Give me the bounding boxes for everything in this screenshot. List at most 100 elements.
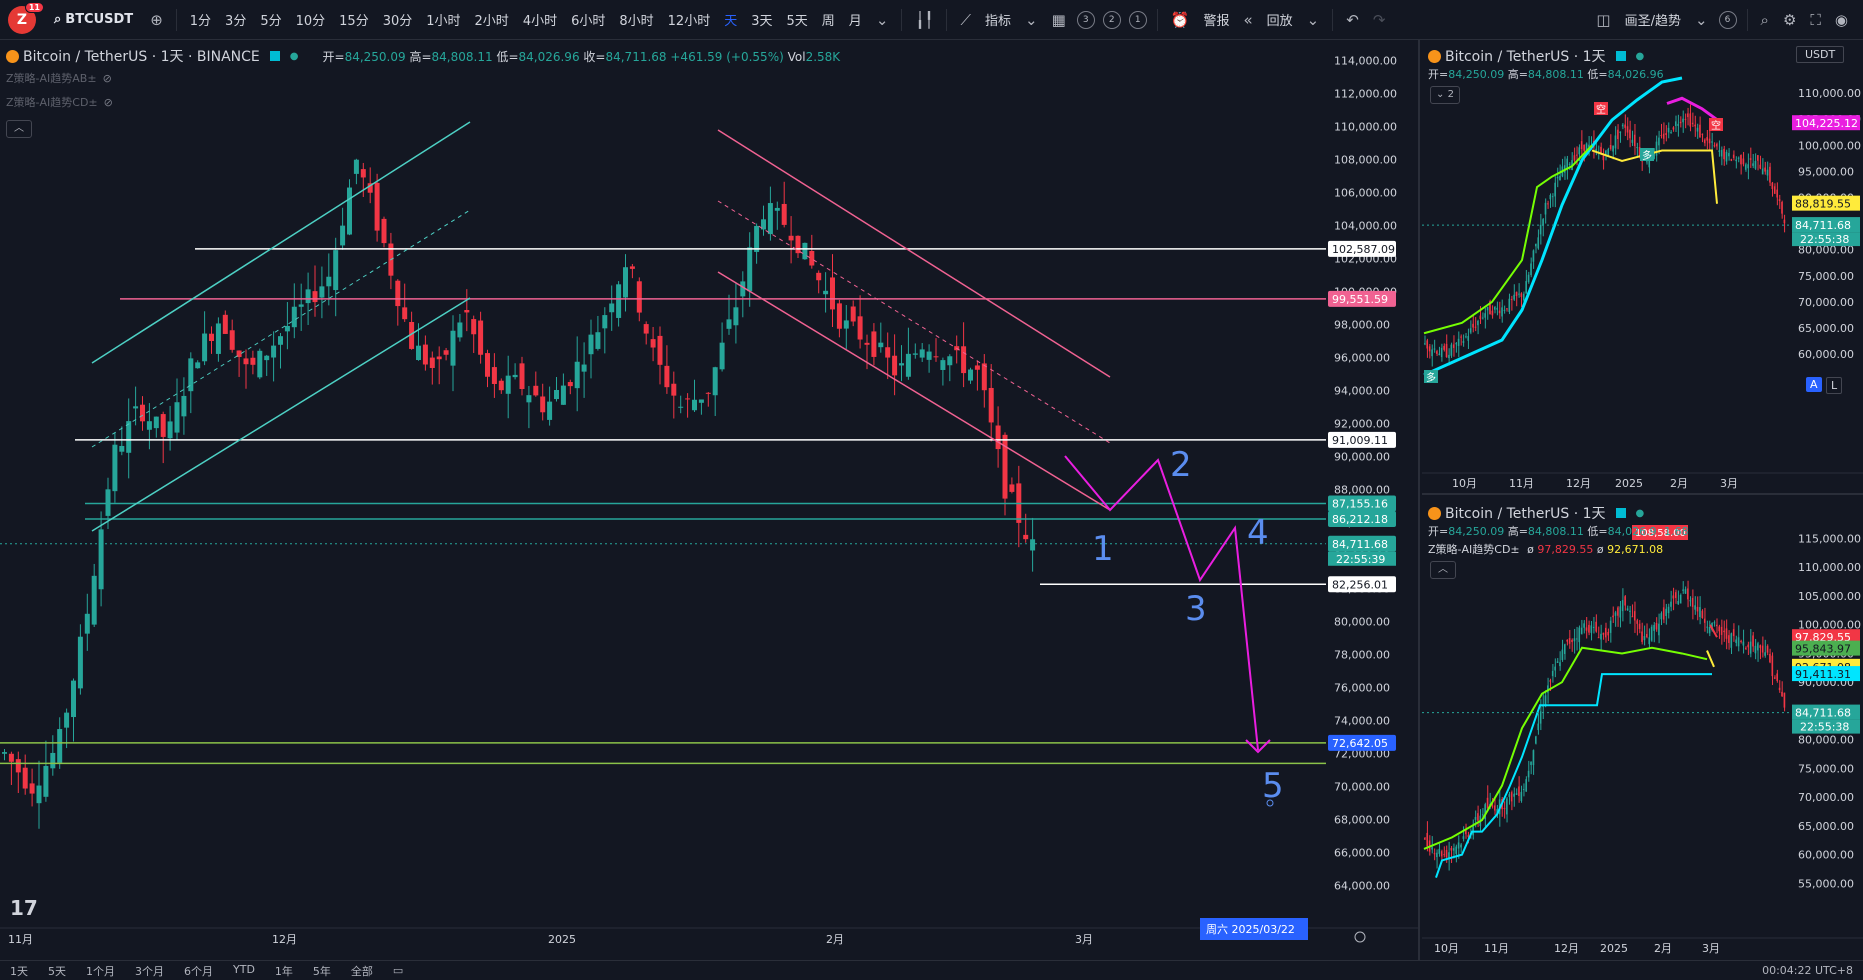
eye-hidden-icon[interactable]: ⊘ [103, 72, 112, 85]
alarm-clock-icon[interactable]: ⏰ [1164, 11, 1197, 29]
interval-8[interactable]: 4小时 [516, 10, 564, 29]
indicator-cd-row[interactable]: Z策略-AI趋势CD± ⊘ [6, 94, 113, 110]
candle-body [1689, 113, 1692, 127]
right-top-chart-panel[interactable]: 110,000.00105,000.00100,000.0095,000.009… [1422, 40, 1863, 495]
interval-6[interactable]: 1小时 [419, 10, 467, 29]
candle-body [1614, 612, 1617, 616]
candle-body [1667, 127, 1670, 133]
indicator-ab-label: Z策略-AI趋势AB± [6, 72, 97, 85]
interval-0[interactable]: 1分 [183, 10, 218, 29]
interval-7[interactable]: 2小时 [468, 10, 516, 29]
split-layout-icon[interactable]: ◫ [1589, 11, 1617, 29]
candle-body [1708, 626, 1711, 634]
indicators-button[interactable]: 指标 [978, 10, 1018, 29]
chevron-down-icon[interactable]: ⌄ [1688, 11, 1715, 29]
candle-body [1636, 147, 1638, 149]
candle-body [1725, 151, 1728, 162]
range-item-7[interactable]: 5年 [303, 963, 341, 979]
candle-body [540, 396, 546, 413]
candle-body [719, 342, 725, 370]
r2-collapse-button[interactable]: ︿ [1430, 561, 1456, 579]
candle-body [1443, 345, 1445, 350]
currency-selector[interactable]: USDT [1796, 46, 1845, 63]
log-scale-button[interactable]: L [1826, 377, 1843, 394]
eye-hidden-icon[interactable]: ⊘ [104, 96, 113, 109]
clock-time[interactable]: 00:04:22 UTC+8 [1752, 964, 1863, 977]
interval-4[interactable]: 15分 [332, 10, 376, 29]
layout-grid-icon[interactable]: ▦ [1045, 11, 1073, 29]
candle-body [374, 182, 380, 231]
draw-mode-button[interactable]: 画圣/趋势 [1618, 10, 1688, 29]
interval-5[interactable]: 30分 [376, 10, 420, 29]
range-item-1[interactable]: 5天 [38, 963, 76, 979]
interval-11[interactable]: 12小时 [661, 10, 718, 29]
range-item-5[interactable]: YTD [223, 963, 265, 979]
interval-15[interactable]: 周 [815, 10, 842, 29]
candle-body [133, 406, 139, 409]
range-item-4[interactable]: 6个月 [174, 963, 223, 979]
redo-icon[interactable]: ↷ [1366, 11, 1393, 29]
layout-count-2[interactable]: 2 [1102, 10, 1121, 29]
add-symbol-icon[interactable]: ⊕ [143, 11, 170, 29]
right-bottom-chart-panel[interactable]: 115,000.00 110,000.00 105,000.00 100,000.00… [1422, 497, 1863, 960]
range-item-2[interactable]: 1个月 [76, 963, 125, 979]
indicator-ab-row[interactable]: Z策略-AI趋势AB± ⊘ [6, 70, 112, 86]
interval-14[interactable]: 5天 [780, 10, 815, 29]
candle-body [988, 387, 994, 423]
fullscreen-icon[interactable]: ⛶ [1803, 11, 1828, 29]
candle-body [464, 309, 470, 313]
quick-search-icon[interactable]: ⌕ [1754, 11, 1776, 29]
camera-icon[interactable]: ◉ [1828, 11, 1855, 29]
candle-body [1778, 687, 1781, 691]
right-bottom-chart-canvas[interactable]: 115,000.00110,000.00105,000.00100,000.00… [1422, 497, 1863, 960]
interval-9[interactable]: 6小时 [564, 10, 612, 29]
alert-button[interactable]: 警报 [1196, 10, 1236, 29]
interval-2[interactable]: 5分 [253, 10, 288, 29]
candle-body [1431, 847, 1433, 850]
app-logo[interactable]: Z 11 [8, 1, 44, 34]
candle-body [1510, 792, 1513, 802]
collapse-legend-button[interactable]: ︿ [6, 120, 32, 138]
symbol-search[interactable]: ⌕ BTCUSDT [54, 12, 133, 27]
interval-16[interactable]: 月 [842, 10, 869, 29]
chevron-down-icon[interactable]: ⌄ [1018, 11, 1045, 29]
indicators-icon[interactable]: ⟋ [953, 11, 978, 29]
price-tick: 100,000.00 [1798, 139, 1861, 152]
candle-body [1720, 626, 1723, 635]
settings-gear-icon[interactable]: ⚙ [1776, 11, 1803, 29]
r1-collapse-button[interactable]: ⌄ 2 [1430, 86, 1460, 104]
candle-body [1522, 789, 1525, 791]
layout-count-3[interactable]: 3 [1076, 10, 1095, 29]
interval-13[interactable]: 3天 [744, 10, 779, 29]
candle-body [1556, 661, 1559, 663]
interval-3[interactable]: 10分 [289, 10, 333, 29]
main-chart-canvas[interactable]: 114,000.00 112,000.00 110,000.00 108,000.00… [0, 40, 1420, 960]
candle-body [1477, 320, 1479, 326]
candle-type-icon[interactable]: ╽╿ [908, 11, 940, 29]
interval-10[interactable]: 8小时 [612, 10, 660, 29]
calendar-icon[interactable]: ▭ [383, 964, 413, 977]
layout-count-1[interactable]: 1 [1128, 10, 1147, 29]
chevron-down-icon[interactable]: ⌄ [1300, 11, 1327, 29]
candle-body [1732, 154, 1735, 158]
candle-body [1742, 641, 1745, 646]
interval-12[interactable]: 天 [717, 10, 744, 29]
replay-icon[interactable]: « [1236, 11, 1259, 29]
range-item-6[interactable]: 1年 [265, 963, 303, 979]
undo-icon[interactable]: ↶ [1339, 11, 1366, 29]
candle-body [1631, 616, 1634, 618]
range-item-3[interactable]: 3个月 [125, 963, 174, 979]
candle-body [1452, 344, 1455, 348]
right-top-chart-canvas[interactable]: 110,000.00105,000.00100,000.0095,000.009… [1422, 40, 1863, 495]
replay-button[interactable]: 回放 [1260, 10, 1300, 29]
range-item-0[interactable]: 1天 [0, 963, 38, 979]
draw-count-badge[interactable]: 6 [1718, 10, 1737, 29]
chevron-down-icon[interactable]: ⌄ [869, 11, 896, 29]
range-item-8[interactable]: 全部 [341, 963, 383, 979]
r2-indicator-row[interactable]: Z策略-AI趋势CD± ø 97,829.55 ø 92,671.08 [1428, 541, 1663, 557]
interval-1[interactable]: 3分 [218, 10, 253, 29]
auto-scale-button[interactable]: A [1806, 377, 1822, 392]
candle-body [1592, 626, 1595, 628]
main-chart-panel[interactable]: 114,000.00 112,000.00 110,000.00 108,000.00… [0, 40, 1420, 960]
candle-body [271, 345, 277, 358]
